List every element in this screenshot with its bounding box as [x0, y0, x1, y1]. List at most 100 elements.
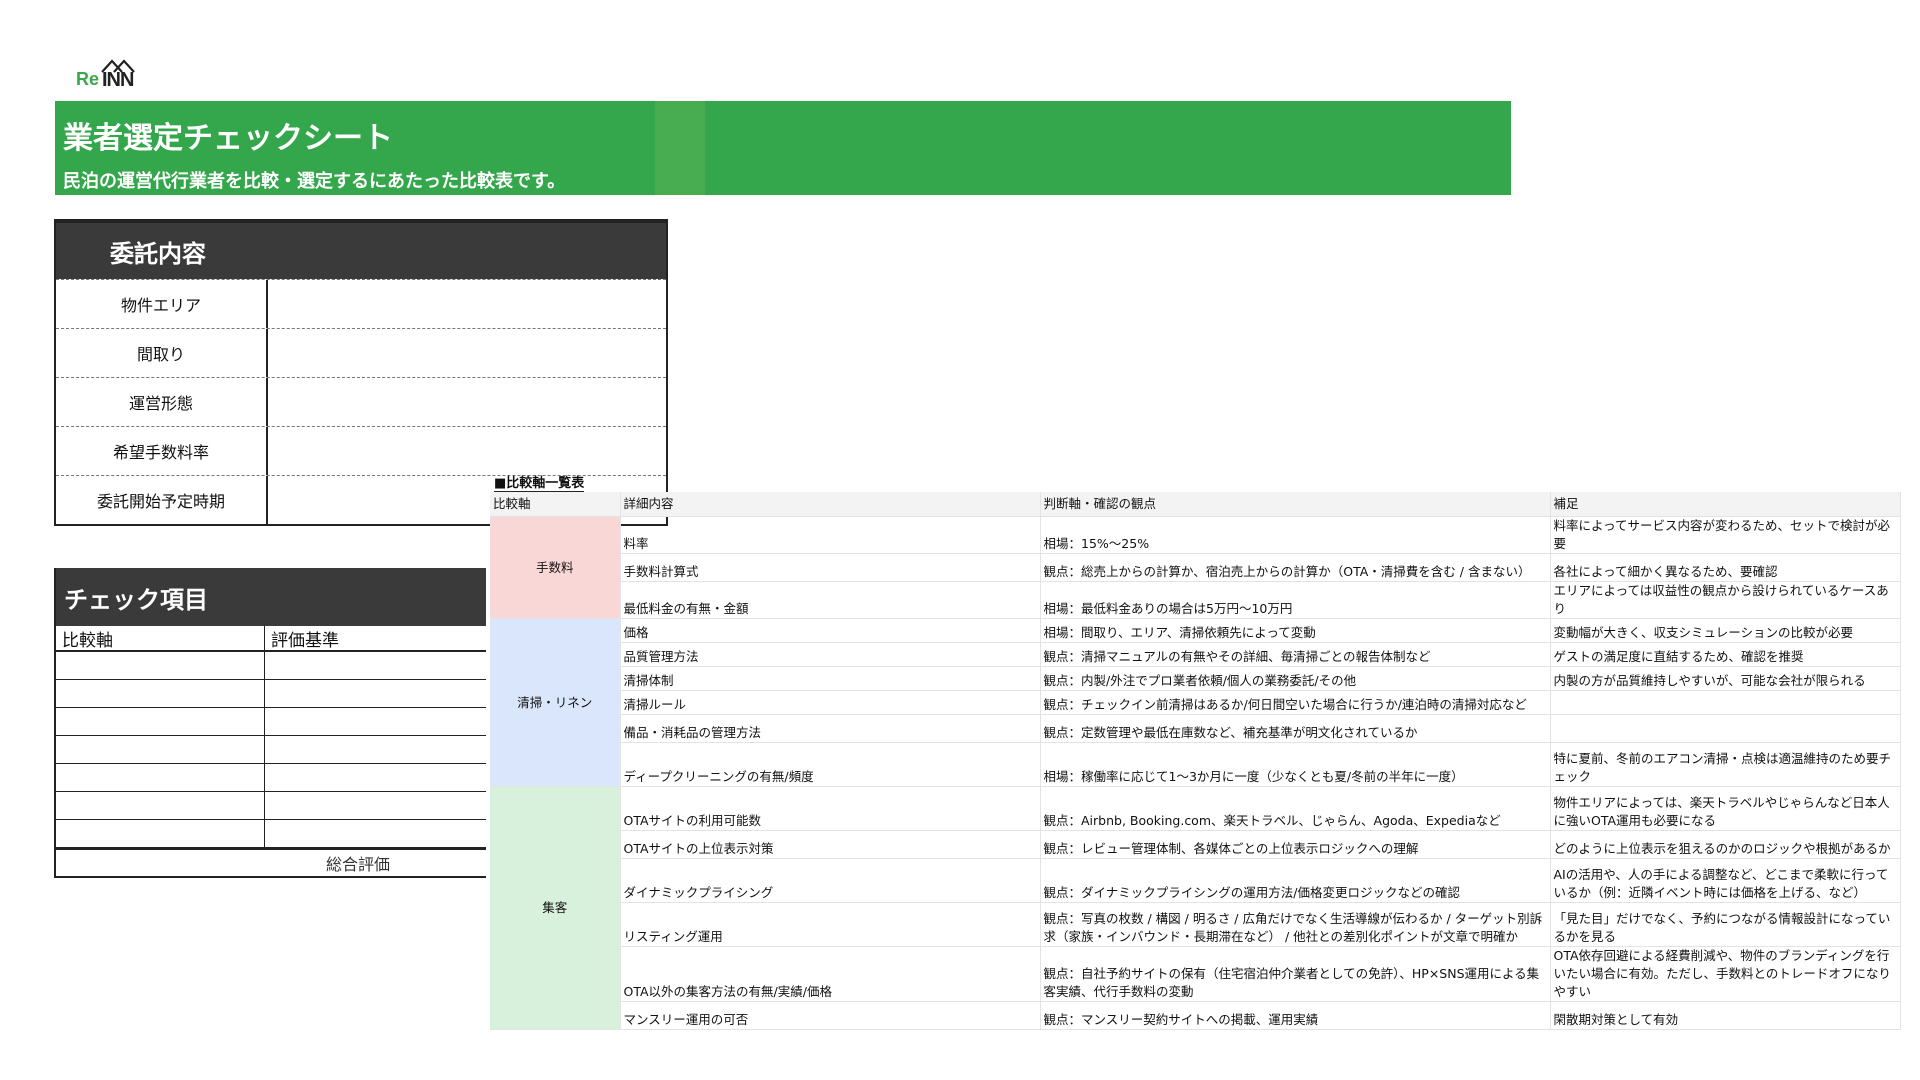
cell-view: 相場：最低料金ありの場合は5万円〜10万円: [1040, 581, 1551, 619]
cell-note: どのように上位表示を狙えるのかのロジックや根拠があるか: [1550, 830, 1901, 859]
page-subtitle: 民泊の運営代行業者を比較・選定するにあたった比較表です。: [63, 171, 566, 192]
cell-detail: OTA以外の集客方法の有無/実績/価格: [620, 946, 1041, 1002]
cell-note: 料率によってサービス内容が変わるため、セットで検討が必要: [1550, 516, 1901, 554]
cell-detail: OTAサイトの利用可能数: [620, 786, 1041, 831]
cell-note: 「見た目」だけでなく、予約につながる情報設計になっているかを見る: [1550, 902, 1901, 947]
itaku-value-cell[interactable]: [268, 378, 666, 426]
comparison-row: 手数料 料率 相場：15%〜25% 料率によってサービス内容が変わるため、セットで検討…: [490, 516, 1901, 619]
header-axis: 比較軸: [490, 492, 621, 517]
itaku-label: 運営形態: [56, 378, 268, 426]
cell-view: 観点：ダイナミックプライシングの運用方法/価格変更ロジックなどの確認: [1040, 858, 1551, 903]
cell-detail: 備品・消耗品の管理方法: [620, 714, 1041, 743]
comparison-row: 集客 OTAサイトの利用可能数 観点：Airbnb, Booking.com、楽天ト…: [490, 786, 1901, 1030]
comparison-header-row: 比較軸 詳細内容 判断軸・確認の観点 補足: [490, 492, 1901, 517]
itaku-row: 物件エリア: [56, 279, 666, 328]
cell-detail: ディープクリーニングの有無/頻度: [620, 742, 1041, 787]
cell-detail: 清掃ルール: [620, 690, 1041, 715]
check-table: チェック項目 比較軸 評価基準 総合評価: [54, 568, 486, 878]
cell-view: 観点：清掃マニュアルの有無やその詳細、毎清掃ごとの報告体制など: [1040, 642, 1551, 667]
cell-view: 観点：自社予約サイトの保有（住宅宿泊仲介業者としての免許）、HP×SNS運用によ…: [1040, 946, 1551, 1002]
cell-detail: 品質管理方法: [620, 642, 1041, 667]
comparison-row: 品質管理方法 観点：清掃マニュアルの有無やその詳細、毎清掃ごとの報告体制など ゲスト…: [490, 642, 1901, 667]
comparison-row: OTA以外の集客方法の有無/実績/価格 観点：自社予約サイトの保有（住宅宿泊仲介業…: [490, 946, 1901, 1002]
total-evaluation: 総合評価: [56, 848, 486, 878]
comparison-title: ■比較軸一覧表: [494, 472, 585, 492]
category-cell: 清掃・リネン: [490, 618, 621, 787]
check-row[interactable]: [56, 764, 486, 792]
check-row[interactable]: [56, 820, 486, 848]
comparison-row: 清掃体制 観点：内製/外注でプロ業者依頼/個人の業務委託/その他 内製の方が品質維持…: [490, 666, 1901, 691]
comparison-row: 最低料金の有無・金額 相場：最低料金ありの場合は5万円〜10万円 エリアによっては収…: [490, 581, 1901, 619]
cell-detail: マンスリー運用の可否: [620, 1001, 1041, 1030]
check-row[interactable]: [56, 680, 486, 708]
cell-view: 観点：マンスリー契約サイトへの掲載、運用実績: [1040, 1001, 1551, 1030]
itaku-header: 委託内容: [56, 223, 666, 279]
title-banner: 業者選定チェックシート 民泊の運営代行業者を比較・選定するにあたった比較表です。: [55, 101, 1511, 195]
comparison-row: リスティング運用 観点：写真の枚数 / 構図 / 明るさ / 広角だけでなく生活導…: [490, 902, 1901, 947]
check-column-headers: 比較軸 評価基準: [56, 626, 486, 652]
check-header: チェック項目: [56, 568, 486, 626]
category-cell: 集客: [490, 786, 621, 1030]
cell-detail: 料率: [620, 516, 1041, 554]
itaku-value-cell[interactable]: [268, 280, 666, 328]
cell-detail: ダイナミックプライシング: [620, 858, 1041, 903]
cell-note: OTA依存回避による経費削減や、物件のブランディングを行いたい場合に有効。ただし…: [1550, 946, 1901, 1002]
cell-note: [1550, 690, 1901, 715]
cell-note: 特に夏前、冬前のエアコン清掃・点検は適温維持のため要チェック: [1550, 742, 1901, 787]
check-row[interactable]: [56, 736, 486, 764]
check-col-axis: 比較軸: [56, 626, 265, 651]
cell-note: 内製の方が品質維持しやすいが、可能な会社が限られる: [1550, 666, 1901, 691]
logo-re: Re: [76, 69, 100, 89]
cell-detail: OTAサイトの上位表示対策: [620, 830, 1041, 859]
comparison-row: 備品・消耗品の管理方法 観点：定数管理や最低在庫数など、補充基準が明文化されている…: [490, 714, 1901, 743]
category-cell: 手数料: [490, 516, 621, 619]
cell-note: 各社によって細かく異なるため、要確認: [1550, 553, 1901, 582]
cell-view: 相場：間取り、エリア、清掃依頼先によって変動: [1040, 618, 1551, 643]
itaku-label: 希望手数料率: [56, 427, 268, 475]
cell-detail: 最低料金の有無・金額: [620, 581, 1041, 619]
comparison-row: ディープクリーニングの有無/頻度 相場：稼働率に応じて1〜3か月に一度（少なくとも…: [490, 742, 1901, 787]
cell-view: 相場：15%〜25%: [1040, 516, 1551, 554]
itaku-row: 間取り: [56, 328, 666, 377]
itaku-value-cell[interactable]: [268, 329, 666, 377]
itaku-label: 間取り: [56, 329, 268, 377]
itaku-value-cell[interactable]: [268, 427, 666, 475]
cell-view: 観点：チェックイン前清掃はあるか/何日間空いた場合に行うか/連泊時の清掃対応など: [1040, 690, 1551, 715]
cell-detail: リスティング運用: [620, 902, 1041, 947]
cell-detail: 価格: [620, 618, 1041, 643]
comparison-row: OTAサイトの上位表示対策 観点：レビュー管理体制、各媒体ごとの上位表示ロジックへ…: [490, 830, 1901, 859]
cell-view: 観点：レビュー管理体制、各媒体ごとの上位表示ロジックへの理解: [1040, 830, 1551, 859]
check-row[interactable]: [56, 792, 486, 820]
cell-view: 観点：写真の枚数 / 構図 / 明るさ / 広角だけでなく生活導線が伝わるか /…: [1040, 902, 1551, 947]
header-note: 補足: [1550, 492, 1901, 517]
cell-detail: 清掃体制: [620, 666, 1041, 691]
itaku-row: 希望手数料率: [56, 426, 666, 475]
comparison-row: 手数料計算式 観点：総売上からの計算か、宿泊売上からの計算か（OTA・清掃費を含む…: [490, 553, 1901, 582]
cell-note: 閑散期対策として有効: [1550, 1001, 1901, 1030]
comparison-row: マンスリー運用の可否 観点：マンスリー契約サイトへの掲載、運用実績 閑散期対策として…: [490, 1001, 1901, 1030]
check-col-criteria: 評価基準: [271, 630, 339, 651]
cell-view: 観点：Airbnb, Booking.com、楽天トラベル、じゃらん、Agoda…: [1040, 786, 1551, 831]
cell-note: エリアによっては収益性の観点から設けられているケースあり: [1550, 581, 1901, 619]
cell-note: [1550, 714, 1901, 743]
cell-detail: 手数料計算式: [620, 553, 1041, 582]
header-detail: 詳細内容: [620, 492, 1041, 517]
cell-view: 観点：内製/外注でプロ業者依頼/個人の業務委託/その他: [1040, 666, 1551, 691]
page-title: 業者選定チェックシート: [63, 121, 393, 156]
cell-note: ゲストの満足度に直結するため、確認を推奨: [1550, 642, 1901, 667]
banner-shade: [655, 101, 705, 195]
header-view: 判断軸・確認の観点: [1040, 492, 1551, 517]
check-row[interactable]: [56, 652, 486, 680]
cell-view: 観点：定数管理や最低在庫数など、補充基準が明文化されているか: [1040, 714, 1551, 743]
itaku-label: 物件エリア: [56, 280, 268, 328]
itaku-label: 委託開始予定時期: [56, 476, 268, 524]
cell-note: AIの活用や、人の手による調整など、どこまで柔軟に行っているか（例：近隣イベント…: [1550, 858, 1901, 903]
itaku-row: 運営形態: [56, 377, 666, 426]
cell-note: 物件エリアによっては、楽天トラベルやじゃらんなど日本人に強いOTA運用も必要にな…: [1550, 786, 1901, 831]
cell-view: 相場：稼働率に応じて1〜3か月に一度（少なくとも夏/冬前の半年に一度）: [1040, 742, 1551, 787]
comparison-row: 清掃・リネン 価格 相場：間取り、エリア、清掃依頼先によって変動 変動幅が大きく、収支…: [490, 618, 1901, 787]
cell-view: 観点：総売上からの計算か、宿泊売上からの計算か（OTA・清掃費を含む / 含まな…: [1040, 553, 1551, 582]
check-row[interactable]: [56, 708, 486, 736]
comparison-row: 清掃ルール 観点：チェックイン前清掃はあるか/何日間空いた場合に行うか/連泊時の清…: [490, 690, 1901, 715]
reinn-logo: Re INN: [76, 58, 148, 92]
